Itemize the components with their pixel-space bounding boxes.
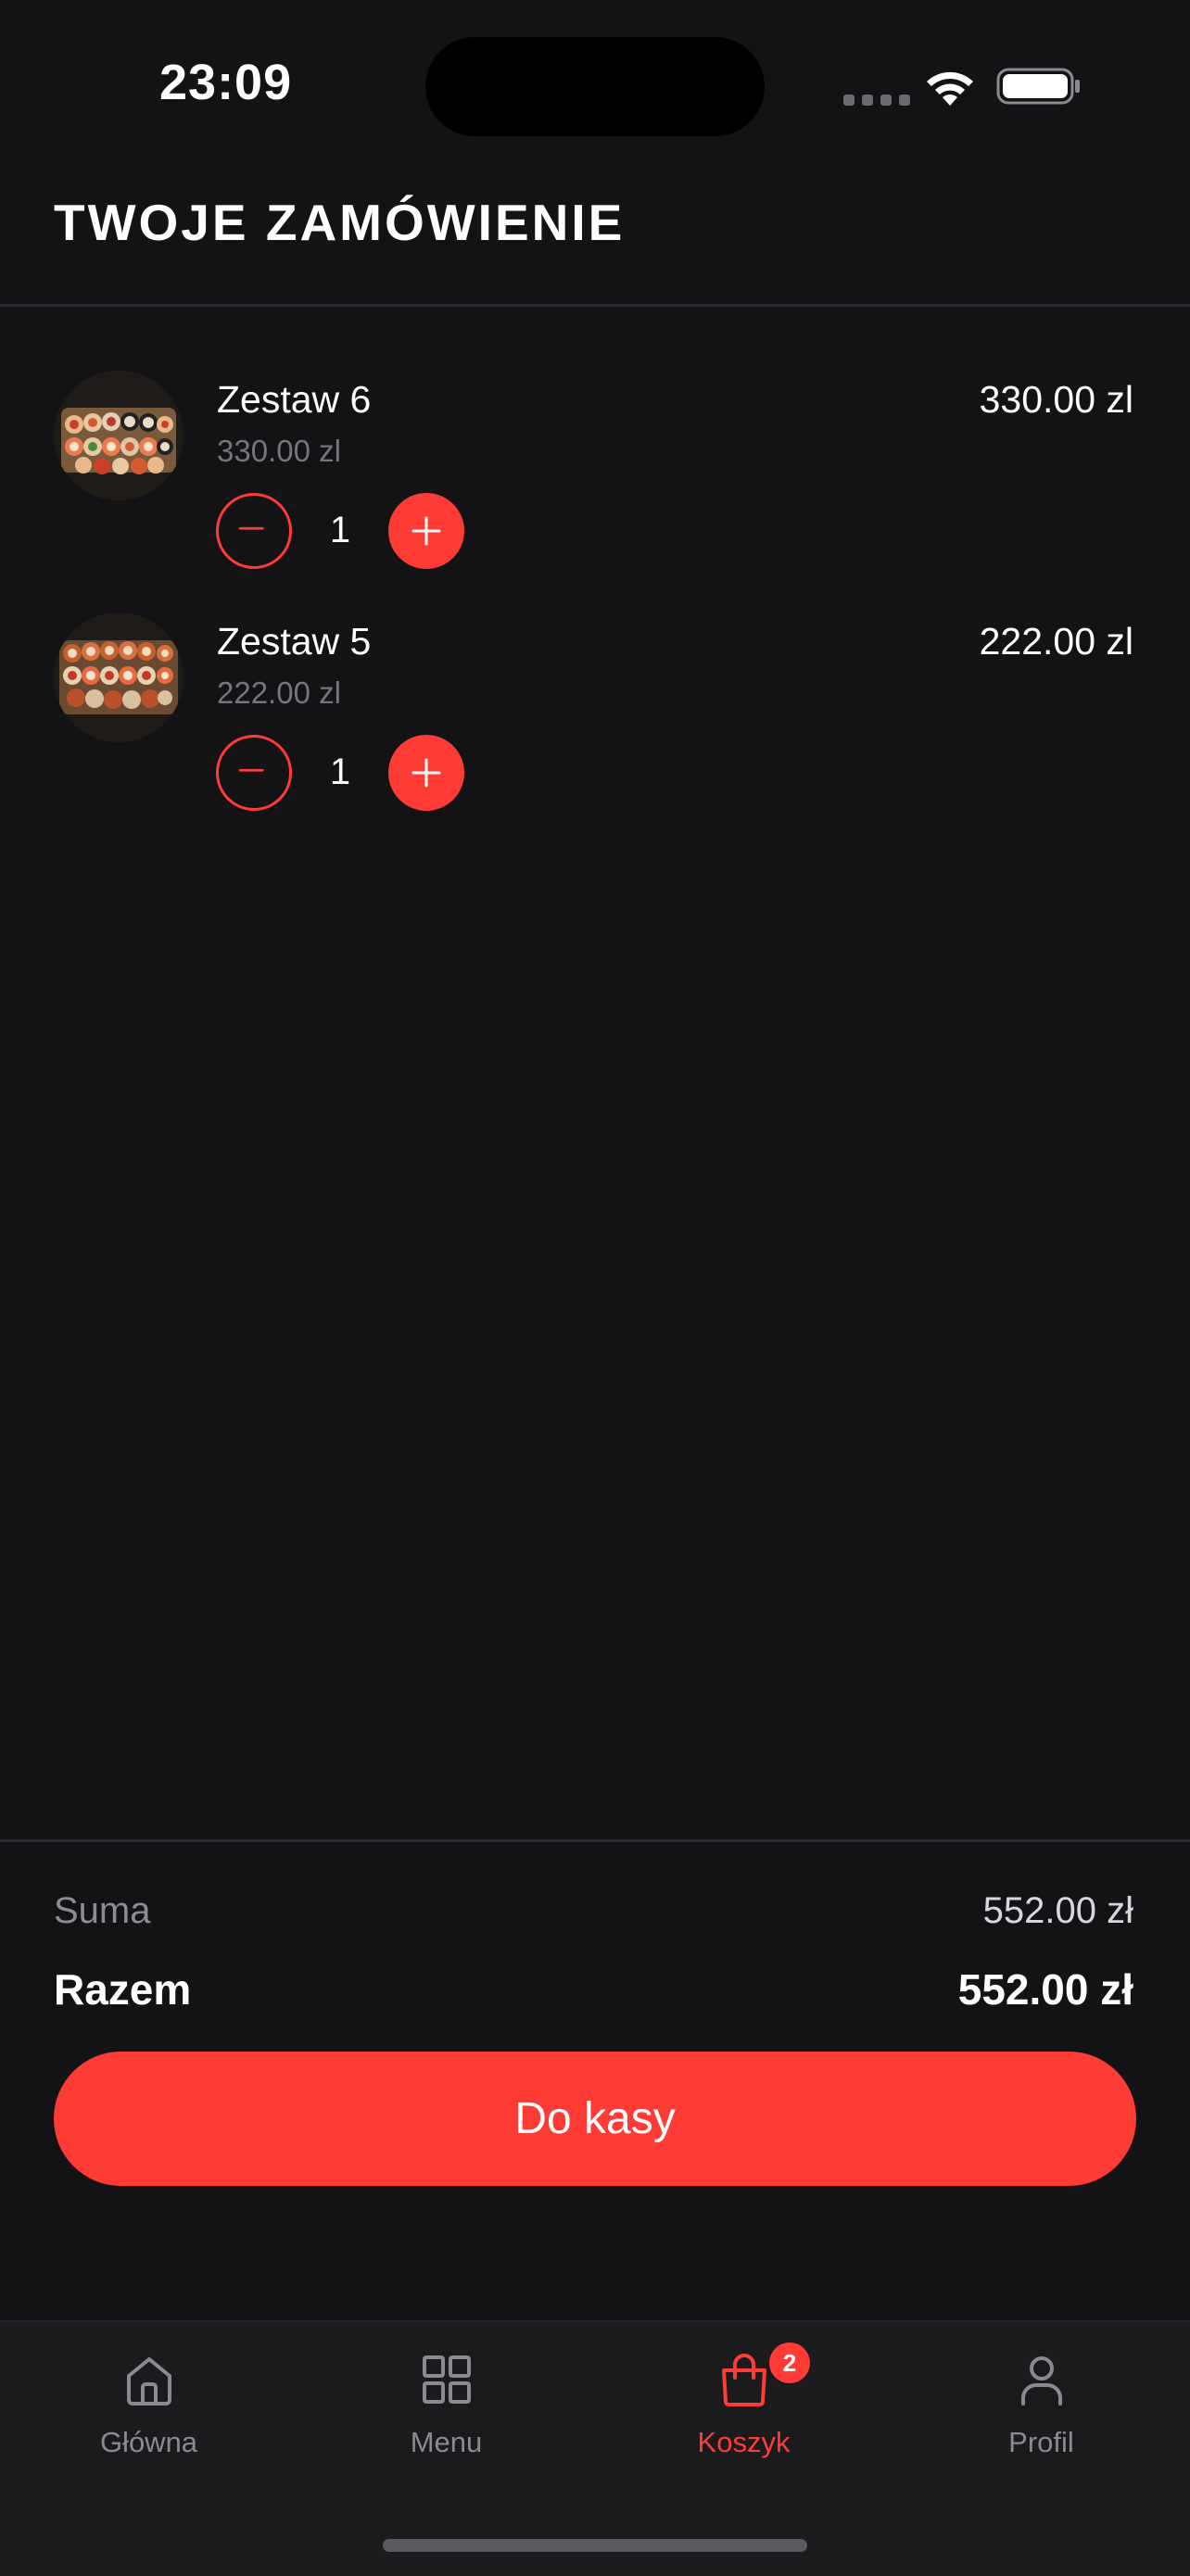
quantity-value: 1 <box>329 510 351 550</box>
dynamic-island <box>425 37 765 136</box>
status-time: 23:09 <box>159 55 293 110</box>
person-icon <box>1020 2356 1062 2406</box>
battery-icon <box>996 68 1080 105</box>
item-name: Zestaw 5 <box>217 620 372 663</box>
status-bar: 23:09 <box>0 0 1190 176</box>
plus-icon <box>411 516 441 546</box>
cellular-signal-icon <box>843 95 910 106</box>
sushi-set-image <box>54 371 184 500</box>
total-value: 552.00 zł <box>957 1965 1133 2014</box>
cart-item: Zestaw 5 222.00 zl 222.00 zl 1 <box>0 612 1190 835</box>
summary-divider <box>0 1839 1190 1842</box>
wifi-icon <box>927 71 973 106</box>
tab-cart[interactable]: 2 Koszyk <box>595 2322 892 2489</box>
minus-icon <box>238 768 264 772</box>
sushi-set-image <box>54 612 184 742</box>
total-label: Razem <box>54 1965 192 2014</box>
decrease-quantity-button[interactable] <box>216 493 292 569</box>
checkout-button[interactable]: Do kasy <box>54 2052 1136 2186</box>
decrease-quantity-button[interactable] <box>216 735 292 811</box>
minus-icon <box>238 526 264 530</box>
cart-count-badge: 2 <box>769 2342 810 2383</box>
increase-quantity-button[interactable] <box>388 735 464 811</box>
plus-icon <box>411 758 441 788</box>
bag-icon <box>721 2354 766 2406</box>
increase-quantity-button[interactable] <box>388 493 464 569</box>
header-divider <box>0 304 1190 307</box>
tab-home[interactable]: Główna <box>0 2322 298 2489</box>
item-name: Zestaw 6 <box>217 378 372 421</box>
tab-label: Menu <box>410 2426 483 2458</box>
item-total-price: 222.00 zl <box>979 620 1133 663</box>
tab-label: Profil <box>1008 2426 1074 2458</box>
tab-label: Koszyk <box>697 2426 791 2458</box>
tab-bar: Główna Menu 2 Koszyk Profil <box>0 2320 1190 2576</box>
quantity-value: 1 <box>329 751 351 792</box>
tab-profile[interactable]: Profil <box>892 2322 1190 2489</box>
item-unit-price: 222.00 zl <box>217 676 341 710</box>
home-indicator <box>383 2539 807 2552</box>
grid-icon <box>422 2355 471 2404</box>
item-unit-price: 330.00 zl <box>217 434 341 468</box>
tab-label: Główna <box>99 2426 198 2458</box>
subtotal-value: 552.00 zł <box>982 1890 1133 1931</box>
page-title: TWOJE ZAMÓWIENIE <box>54 194 626 251</box>
tab-menu[interactable]: Menu <box>298 2322 595 2489</box>
subtotal-label: Suma <box>54 1890 151 1931</box>
home-icon <box>126 2357 171 2406</box>
item-total-price: 330.00 zl <box>979 378 1133 421</box>
cart-item: Zestaw 6 330.00 zl 330.00 zl 1 <box>0 371 1190 593</box>
